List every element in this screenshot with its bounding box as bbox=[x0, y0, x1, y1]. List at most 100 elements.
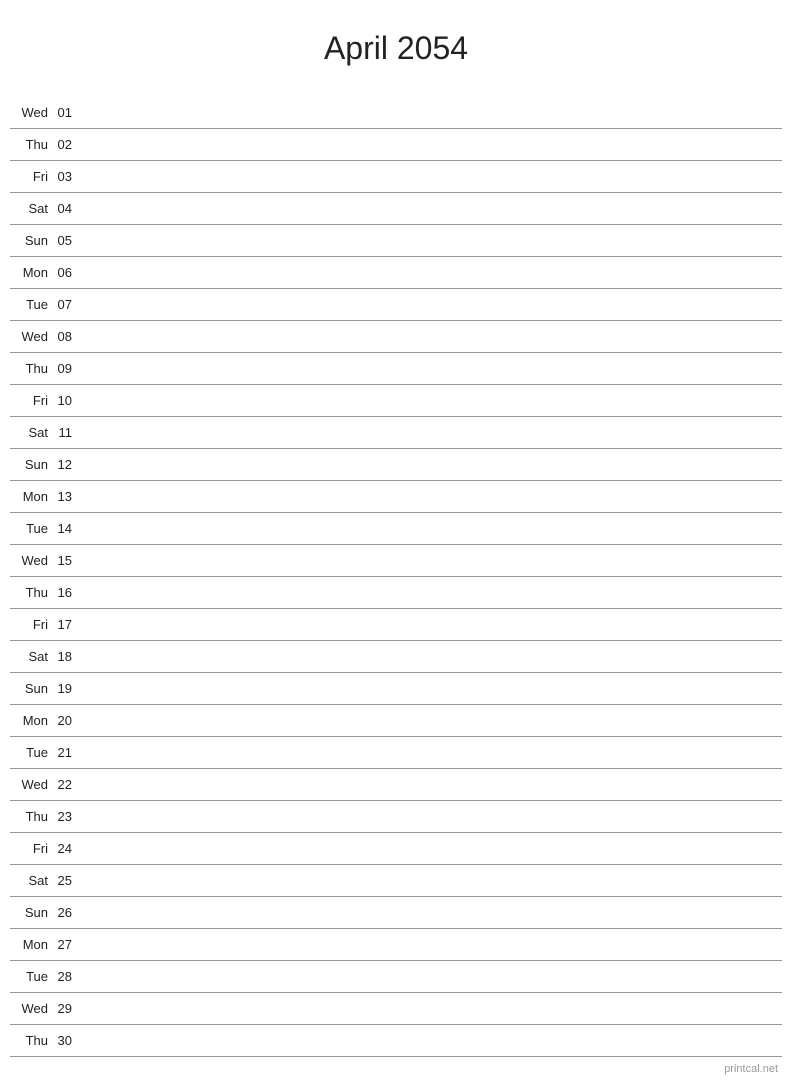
calendar-row: Fri24 bbox=[10, 833, 782, 865]
calendar-row: Thu16 bbox=[10, 577, 782, 609]
day-number: 02 bbox=[52, 137, 80, 152]
day-number: 10 bbox=[52, 393, 80, 408]
day-number: 20 bbox=[52, 713, 80, 728]
day-number: 15 bbox=[52, 553, 80, 568]
day-of-week: Tue bbox=[10, 745, 52, 760]
day-line bbox=[80, 1008, 782, 1009]
calendar-row: Fri03 bbox=[10, 161, 782, 193]
calendar-row: Sat11 bbox=[10, 417, 782, 449]
day-line bbox=[80, 560, 782, 561]
day-line bbox=[80, 1040, 782, 1041]
day-line bbox=[80, 624, 782, 625]
day-of-week: Fri bbox=[10, 617, 52, 632]
calendar-row: Tue14 bbox=[10, 513, 782, 545]
day-of-week: Mon bbox=[10, 265, 52, 280]
calendar-row: Sat25 bbox=[10, 865, 782, 897]
day-line bbox=[80, 688, 782, 689]
day-of-week: Mon bbox=[10, 713, 52, 728]
day-of-week: Wed bbox=[10, 553, 52, 568]
day-line bbox=[80, 720, 782, 721]
calendar-row: Fri10 bbox=[10, 385, 782, 417]
day-number: 23 bbox=[52, 809, 80, 824]
day-line bbox=[80, 176, 782, 177]
calendar-row: Mon20 bbox=[10, 705, 782, 737]
day-line bbox=[80, 656, 782, 657]
calendar-row: Sun12 bbox=[10, 449, 782, 481]
day-of-week: Sat bbox=[10, 201, 52, 216]
day-of-week: Wed bbox=[10, 1001, 52, 1016]
day-number: 01 bbox=[52, 105, 80, 120]
day-number: 18 bbox=[52, 649, 80, 664]
calendar-row: Tue21 bbox=[10, 737, 782, 769]
day-of-week: Fri bbox=[10, 393, 52, 408]
calendar-row: Wed01 bbox=[10, 97, 782, 129]
day-of-week: Sat bbox=[10, 649, 52, 664]
day-of-week: Thu bbox=[10, 1033, 52, 1048]
day-line bbox=[80, 304, 782, 305]
day-line bbox=[80, 752, 782, 753]
day-number: 14 bbox=[52, 521, 80, 536]
day-of-week: Thu bbox=[10, 137, 52, 152]
day-number: 25 bbox=[52, 873, 80, 888]
day-number: 27 bbox=[52, 937, 80, 952]
day-of-week: Tue bbox=[10, 969, 52, 984]
day-number: 12 bbox=[52, 457, 80, 472]
day-of-week: Tue bbox=[10, 521, 52, 536]
calendar-row: Fri17 bbox=[10, 609, 782, 641]
day-of-week: Wed bbox=[10, 105, 52, 120]
day-number: 04 bbox=[52, 201, 80, 216]
day-number: 09 bbox=[52, 361, 80, 376]
calendar-row: Tue28 bbox=[10, 961, 782, 993]
day-line bbox=[80, 848, 782, 849]
day-line bbox=[80, 496, 782, 497]
day-line bbox=[80, 944, 782, 945]
calendar-grid: Wed01Thu02Fri03Sat04Sun05Mon06Tue07Wed08… bbox=[10, 97, 782, 1057]
day-number: 19 bbox=[52, 681, 80, 696]
day-line bbox=[80, 112, 782, 113]
day-number: 17 bbox=[52, 617, 80, 632]
day-of-week: Thu bbox=[10, 585, 52, 600]
day-number: 26 bbox=[52, 905, 80, 920]
calendar-row: Sun19 bbox=[10, 673, 782, 705]
day-line bbox=[80, 880, 782, 881]
calendar-row: Wed29 bbox=[10, 993, 782, 1025]
calendar-row: Sat18 bbox=[10, 641, 782, 673]
day-number: 24 bbox=[52, 841, 80, 856]
calendar-row: Mon27 bbox=[10, 929, 782, 961]
day-number: 03 bbox=[52, 169, 80, 184]
day-number: 28 bbox=[52, 969, 80, 984]
calendar-row: Sun05 bbox=[10, 225, 782, 257]
day-of-week: Sun bbox=[10, 681, 52, 696]
day-line bbox=[80, 784, 782, 785]
day-line bbox=[80, 336, 782, 337]
calendar-row: Tue07 bbox=[10, 289, 782, 321]
day-line bbox=[80, 240, 782, 241]
day-number: 29 bbox=[52, 1001, 80, 1016]
day-of-week: Sat bbox=[10, 873, 52, 888]
day-of-week: Thu bbox=[10, 361, 52, 376]
day-line bbox=[80, 816, 782, 817]
day-line bbox=[80, 368, 782, 369]
day-number: 30 bbox=[52, 1033, 80, 1048]
day-number: 16 bbox=[52, 585, 80, 600]
calendar-row: Thu09 bbox=[10, 353, 782, 385]
day-of-week: Fri bbox=[10, 841, 52, 856]
day-of-week: Fri bbox=[10, 169, 52, 184]
day-of-week: Thu bbox=[10, 809, 52, 824]
day-of-week: Sat bbox=[10, 425, 52, 440]
day-line bbox=[80, 528, 782, 529]
day-of-week: Wed bbox=[10, 777, 52, 792]
calendar-row: Wed22 bbox=[10, 769, 782, 801]
watermark: printcal.net bbox=[10, 1057, 782, 1075]
day-line bbox=[80, 912, 782, 913]
day-number: 07 bbox=[52, 297, 80, 312]
day-line bbox=[80, 272, 782, 273]
day-number: 06 bbox=[52, 265, 80, 280]
page-title: April 2054 bbox=[10, 20, 782, 77]
day-number: 22 bbox=[52, 777, 80, 792]
calendar-row: Mon13 bbox=[10, 481, 782, 513]
calendar-row: Sat04 bbox=[10, 193, 782, 225]
calendar-row: Thu02 bbox=[10, 129, 782, 161]
day-number: 13 bbox=[52, 489, 80, 504]
calendar-row: Mon06 bbox=[10, 257, 782, 289]
